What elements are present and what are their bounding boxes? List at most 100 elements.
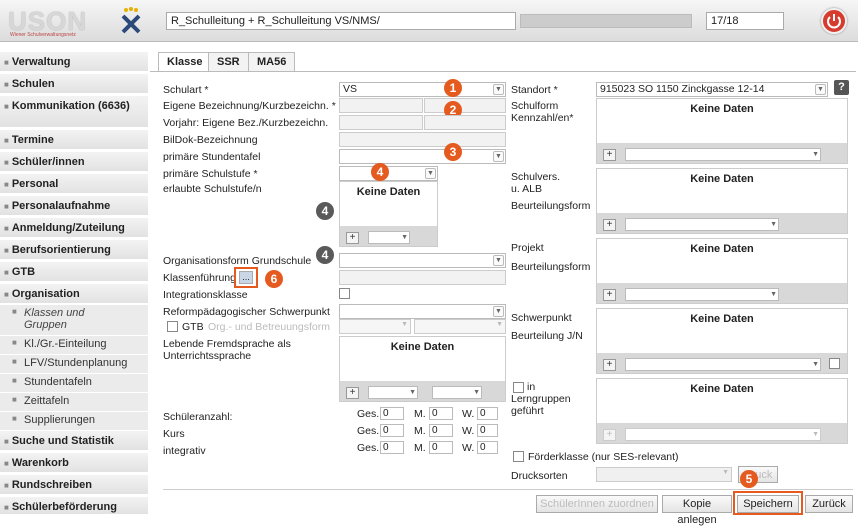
projekt-select[interactable]: ▼ — [625, 288, 779, 301]
sprache-select[interactable]: ▼ — [368, 386, 418, 399]
badge-6: 6 — [265, 270, 283, 288]
badge-1: 1 — [444, 79, 462, 97]
logout-power-icon[interactable] — [821, 8, 847, 34]
zuordnen-button: SchülerInnen zuordnen — [536, 495, 658, 513]
standort-select[interactable]: 915023 SO 1150 Zinckgasse 12-14 ▼ — [596, 82, 828, 97]
role-field[interactable]: R_Schulleitung + R_Schulleitung VS/NMS/ — [166, 12, 516, 30]
klassenfuehrung-label: Klassenführung — [163, 272, 236, 284]
erlaubte-label: erlaubte Schulstufe/n — [163, 183, 262, 195]
int-ges-count[interactable]: 0 — [380, 441, 404, 454]
w-label: W. — [462, 408, 475, 420]
kurs-ges-count[interactable]: 0 — [380, 424, 404, 437]
tab-ma56[interactable]: MA56 — [248, 52, 296, 71]
int-m-count[interactable]: 0 — [429, 441, 453, 454]
ges-count[interactable]: 0 — [380, 407, 404, 420]
sidebar-item-kommunikation[interactable]: ■ Kommunikation (6636) — [0, 96, 148, 128]
eig-kurz-field[interactable] — [424, 98, 506, 113]
sidebar-item-suche[interactable]: ■ Suche und Statistik — [0, 431, 148, 451]
prim-schulstufe-label: primäre Schulstufe * — [163, 168, 258, 180]
speichern-button[interactable]: Speichern — [737, 495, 799, 513]
schwerpunkt-select[interactable]: ▼ — [625, 358, 821, 371]
kopie-anlegen-button[interactable]: Kopie anlegen — [662, 495, 732, 526]
add-button[interactable]: + — [346, 232, 359, 244]
stundentafel-select[interactable]: ▼ — [339, 149, 506, 164]
add-button[interactable]: + — [603, 219, 616, 231]
m-count[interactable]: 0 — [429, 407, 453, 420]
gtb-org-select: ▼ — [339, 319, 411, 334]
sidebar-sub-supplierungen[interactable]: ■ Supplierungen — [0, 412, 148, 430]
chevron-down-icon: ▼ — [493, 255, 504, 266]
standort-label: Standort * — [511, 84, 558, 96]
int-w-count[interactable]: 0 — [477, 441, 498, 454]
gtb-form-label: Org.- und Betreuungsform — [208, 321, 330, 333]
school-year-field[interactable]: 17/18 — [706, 12, 784, 30]
sidebar-item-rundschreiben[interactable]: ■ Rundschreiben — [0, 475, 148, 495]
badge-5: 5 — [740, 470, 758, 488]
drucksorten-label: Drucksorten — [511, 470, 568, 482]
sprache-select-2[interactable]: ▼ — [432, 386, 482, 399]
chevron-down-icon: ▼ — [493, 151, 504, 162]
sidebar-sub-einteilung[interactable]: ■ Kl./Gr.-Einteilung — [0, 336, 148, 354]
prim-stundentafel-label: primäre Stundentafel — [163, 151, 261, 163]
chevron-down-icon: ▼ — [425, 168, 436, 179]
add-button[interactable]: + — [603, 289, 616, 301]
m-label: M. — [414, 425, 426, 437]
erlaubte-select[interactable]: ▼ — [368, 231, 410, 244]
schulvers-select[interactable]: ▼ — [625, 218, 779, 231]
kurs-m-count[interactable]: 0 — [429, 424, 453, 437]
badge-4c: 4 — [316, 246, 334, 264]
tab-ssr[interactable]: SSR — [208, 52, 249, 71]
add-button[interactable]: + — [603, 149, 616, 161]
sidebar-item-termine[interactable]: ■ Termine — [0, 130, 148, 150]
reform-select[interactable]: ▼ — [339, 304, 506, 319]
sidebar-item-anmeldung[interactable]: ■ Anmeldung/Zuteilung — [0, 218, 148, 238]
sidebar-item-berufsorientierung[interactable]: ■ Berufsorientierung — [0, 240, 148, 260]
sidebar-sub-lfv[interactable]: ■ LFV/Stundenplanung — [0, 355, 148, 373]
beurteilungsform-label: Beurteilungsform — [511, 200, 591, 212]
orgform-select[interactable]: ▼ — [339, 253, 506, 268]
help-icon[interactable]: ? — [834, 80, 849, 95]
add-button[interactable]: + — [346, 387, 359, 399]
sidebar-item-schueler[interactable]: ■ Schüler/innen — [0, 152, 148, 172]
chevron-down-icon: ▼ — [493, 84, 504, 95]
tab-klasse[interactable]: Klasse — [158, 52, 212, 71]
gtb-betreuung-select: ▼ — [414, 319, 506, 334]
integration-checkbox[interactable] — [339, 288, 350, 299]
sidebar-item-gtb[interactable]: ■ GTB — [0, 262, 148, 282]
schulform-list: Keine Daten + ▼ — [596, 98, 848, 164]
bildok-label: BilDok-Bezeichnung — [163, 134, 258, 146]
school-name-field[interactable] — [520, 14, 692, 28]
drucksorten-select: ▼ — [596, 467, 732, 482]
ges-label: Ges. — [357, 442, 380, 454]
gtb-checkbox[interactable] — [167, 321, 178, 332]
sidebar-item-organisation[interactable]: ■ Organisation — [0, 284, 148, 304]
sidebar-item-warenkorb[interactable]: ■ Warenkorb — [0, 453, 148, 473]
schulform-select[interactable]: ▼ — [625, 148, 821, 161]
schwerpunkt-label: Schwerpunkt — [511, 312, 572, 324]
klassenfuehrung-button[interactable]: ... — [239, 271, 253, 284]
sidebar-item-schuelerbefoerderung[interactable]: ■ Schülerbeförderung — [0, 497, 148, 515]
sidebar-item-schulen[interactable]: ■ Schulen — [0, 74, 148, 94]
gtb-label: GTB — [182, 321, 204, 333]
kurs-w-count[interactable]: 0 — [477, 424, 498, 437]
sidebar-item-verwaltung[interactable]: ■ Verwaltung — [0, 52, 148, 72]
chevron-down-icon: ▼ — [493, 306, 504, 317]
badge-4b: 4 — [316, 202, 334, 220]
add-button[interactable]: + — [603, 359, 616, 371]
badge-3: 3 — [444, 143, 462, 161]
zurueck-button[interactable]: Zurück — [805, 495, 853, 513]
sidebar-sub-zeittafeln[interactable]: ■ Zeittafeln — [0, 393, 148, 411]
foerder-checkbox[interactable] — [513, 451, 524, 462]
sidebar-item-personalaufnahme[interactable]: ■ Personalaufnahme — [0, 196, 148, 216]
w-count[interactable]: 0 — [477, 407, 498, 420]
lerngruppen-select: ▼ — [625, 428, 821, 441]
sidebar-sub-stundentafeln[interactable]: ■ Stundentafeln — [0, 374, 148, 392]
vorjahr-label: Vorjahr: Eigene Bez./Kurzbezeichn. — [163, 117, 329, 129]
fremdsprache-label: Lebende Fremdsprache als Unterrichtsspra… — [163, 338, 291, 362]
sidebar-sub-klassen[interactable]: ■ Klassen und Gruppen — [0, 305, 148, 335]
foerder-label: Förderklasse (nur SES-relevant) — [528, 451, 679, 463]
eig-bez-field[interactable] — [339, 98, 423, 113]
beurteilung-checkbox[interactable] — [829, 358, 840, 369]
schulart-select[interactable]: VS ▼ — [339, 82, 506, 97]
sidebar-item-personal[interactable]: ■ Personal — [0, 174, 148, 194]
